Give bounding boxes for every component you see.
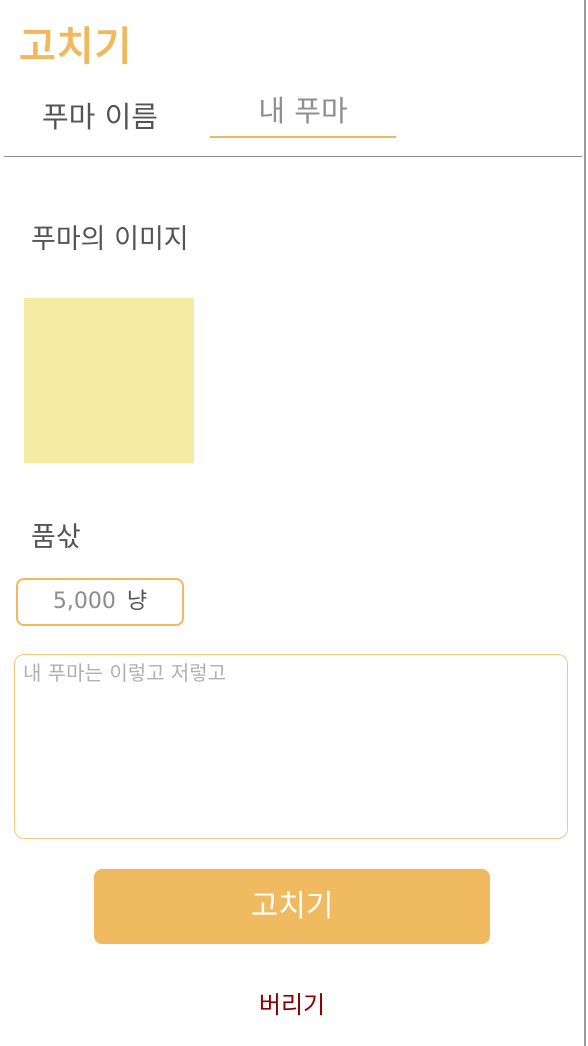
tab-puma-name[interactable]: 푸마 이름 (42, 94, 158, 136)
description-textarea[interactable]: 내 푸마는 이렇고 저렇고 (14, 654, 568, 839)
description-placeholder: 내 푸마는 이렇고 저렇고 (23, 661, 227, 685)
page-title: 고치기 (19, 23, 133, 70)
price-section-label: 품삯 (31, 522, 81, 553)
price-value: 5,000 (52, 589, 116, 614)
save-button[interactable]: 고치기 (94, 869, 490, 944)
puma-image-placeholder[interactable] (24, 298, 194, 463)
price-unit: 냥 (126, 589, 148, 614)
price-input[interactable]: 5,000 냥 (16, 578, 184, 626)
delete-button[interactable]: 버리기 (0, 985, 584, 1020)
image-section-label: 푸마의 이미지 (31, 224, 189, 255)
header-divider (4, 156, 582, 157)
tab-my-puma[interactable]: 내 푸마 (210, 88, 396, 138)
